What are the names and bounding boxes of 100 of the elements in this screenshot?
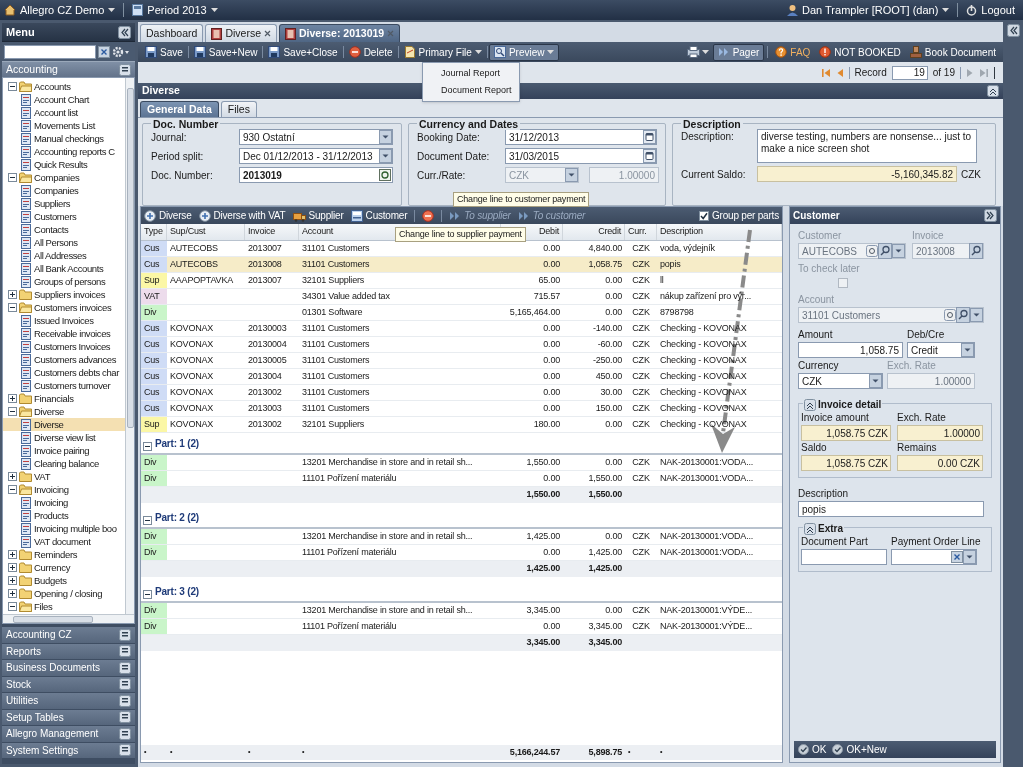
text-field[interactable] <box>801 549 887 565</box>
tab[interactable]: Diverse: 2013019 <box>278 24 401 42</box>
tree-item[interactable]: VAT document <box>33 535 92 548</box>
combo-field[interactable]: 930 Ostatní <box>239 129 393 145</box>
calendar-icon[interactable] <box>643 149 656 163</box>
column-header[interactable]: Invoice <box>245 224 299 240</box>
tree-item[interactable]: Movements List <box>33 119 96 132</box>
group-header[interactable]: Part: 2 (2) <box>155 510 199 525</box>
tree-item[interactable]: Suppliers <box>33 197 71 210</box>
app-name[interactable]: Allegro CZ Demo <box>20 1 105 19</box>
expand-icon[interactable] <box>8 290 17 299</box>
period-selector[interactable]: Period 2013 <box>147 1 207 19</box>
date-field[interactable]: 31/12/2013 <box>505 129 657 145</box>
expand-icon[interactable] <box>8 589 17 598</box>
tree-item[interactable]: Diverse view list <box>33 431 97 444</box>
combo-field[interactable]: Dec 01/12/2013 - 31/12/2013 <box>239 148 393 164</box>
collapse-icon[interactable] <box>8 485 17 494</box>
tree-item[interactable]: Invoicing multiple boo <box>33 522 118 535</box>
combo-field[interactable] <box>891 549 977 565</box>
tab[interactable]: General Data <box>140 101 219 117</box>
dropdown-icon[interactable] <box>869 374 882 388</box>
clear-icon[interactable] <box>951 551 963 563</box>
tree-item[interactable]: Customers <box>33 210 78 223</box>
dropdown-icon[interactable] <box>379 149 392 163</box>
column-header[interactable]: Credit <box>563 224 625 240</box>
collapse-icon[interactable] <box>8 602 17 611</box>
toolbar-button[interactable]: NOT BOOKED <box>815 43 905 61</box>
toolbar-button[interactable]: Primary File <box>399 43 486 61</box>
menu-section-header[interactable]: Accounting CZ <box>2 627 135 643</box>
tree-item[interactable]: Account list <box>33 106 79 119</box>
menu-search-field[interactable] <box>4 44 96 59</box>
toolbar-button[interactable]: Diverse <box>144 208 192 223</box>
menu-section-header[interactable]: Stock <box>2 676 135 692</box>
ok-button[interactable]: OK <box>798 742 827 757</box>
tree-item[interactable]: Account Chart <box>33 93 90 106</box>
combo-field[interactable]: CZK <box>798 373 883 389</box>
tree-item[interactable]: Companies <box>33 184 80 197</box>
tree-folder[interactable]: Files <box>34 600 53 613</box>
menu-item[interactable]: Document Report <box>423 82 519 99</box>
toolbar-button[interactable]: Save+New <box>189 43 262 61</box>
dropdown-icon[interactable] <box>963 550 976 564</box>
column-header[interactable]: Curr. <box>625 224 657 240</box>
horizontal-scrollbar[interactable] <box>3 614 134 623</box>
search-icon[interactable] <box>969 243 983 259</box>
collapse-icon[interactable] <box>143 516 152 525</box>
menu-item[interactable]: Journal Report <box>423 65 519 82</box>
tree-item[interactable]: All Persons <box>33 236 79 249</box>
tree-item[interactable]: Contacts <box>33 223 70 236</box>
tree-item[interactable]: Invoice pairing <box>33 444 91 457</box>
dropdown-icon[interactable] <box>379 130 392 144</box>
tree-item[interactable]: Diverse <box>33 418 65 431</box>
tree-item[interactable]: Issued Invoices <box>33 314 95 327</box>
ok-button[interactable]: OK+New <box>832 742 887 757</box>
combo-field[interactable]: 31101 Customers <box>798 307 984 323</box>
menu-section-header[interactable]: Allegro Management <box>2 726 135 742</box>
group-header[interactable]: Part: 3 (2) <box>155 584 199 599</box>
select-icon[interactable] <box>944 309 956 321</box>
toolbar-button[interactable]: Delete <box>344 43 397 61</box>
selected-row[interactable]: Cus AUTECOBS 2013008 31101 Customers 0.00 1,058.75 CZK popis <box>141 257 782 273</box>
tree-item[interactable]: Groups of persons <box>33 275 107 288</box>
collapse-icon[interactable] <box>804 398 816 411</box>
toolbar-button[interactable]: Preview <box>488 43 560 61</box>
search-icon[interactable] <box>956 307 970 323</box>
toolbar-button[interactable]: Save <box>141 43 187 61</box>
tree-folder[interactable]: Companies <box>34 171 80 184</box>
record-field[interactable]: 19 <box>891 65 928 80</box>
menu-section-header[interactable]: Business Documents <box>2 660 135 676</box>
collapse-icon[interactable] <box>143 590 152 599</box>
menu-section-header[interactable]: Utilities <box>2 693 135 709</box>
collapse-icon[interactable] <box>143 442 152 451</box>
tree-folder[interactable]: Opening / closing <box>34 587 103 600</box>
tree-item[interactable]: Customers debts char <box>33 366 120 379</box>
tree-item[interactable]: Products <box>33 509 70 522</box>
tree-folder[interactable]: Accounts <box>34 80 71 93</box>
tree-folder[interactable]: Diverse <box>34 405 65 418</box>
tree-folder[interactable]: Currency <box>34 561 71 574</box>
generate-icon[interactable] <box>379 169 391 181</box>
amount-field[interactable]: 1,058.75 <box>798 342 903 358</box>
toolbar-button[interactable]: Supplier <box>292 208 344 223</box>
toolbar-button[interactable]: Diverse with VAT <box>198 208 286 223</box>
toolbar-button[interactable]: Pager <box>712 43 765 61</box>
remove-icon[interactable] <box>422 209 435 222</box>
group-header[interactable]: Part: 1 (2) <box>155 436 199 451</box>
collapse-icon[interactable] <box>8 303 17 312</box>
toolbar-button[interactable]: FAQ <box>771 43 815 61</box>
menu-section-header[interactable]: System Settings <box>2 742 135 758</box>
tree-item[interactable]: Invoicing <box>33 496 69 509</box>
column-header[interactable]: Sup/Cust <box>167 224 245 240</box>
tree-folder[interactable]: Reminders <box>34 548 78 561</box>
checkbox[interactable] <box>838 278 848 288</box>
collapse-icon[interactable] <box>8 407 17 416</box>
section-header[interactable]: Accounting <box>2 61 135 77</box>
checkbox[interactable] <box>698 210 709 221</box>
tree-folder[interactable]: Invoicing <box>34 483 69 496</box>
expand-icon[interactable] <box>8 550 17 559</box>
description-field[interactable]: diverse testing, numbers are nonsense... just to make a nice screen shot <box>757 129 977 163</box>
description-field[interactable]: popis <box>798 501 984 517</box>
tree-item[interactable]: Customers turnover <box>33 379 112 392</box>
menu-section-header[interactable]: Setup Tables <box>2 709 135 725</box>
tree-folder[interactable]: Suppliers invoices <box>34 288 106 301</box>
